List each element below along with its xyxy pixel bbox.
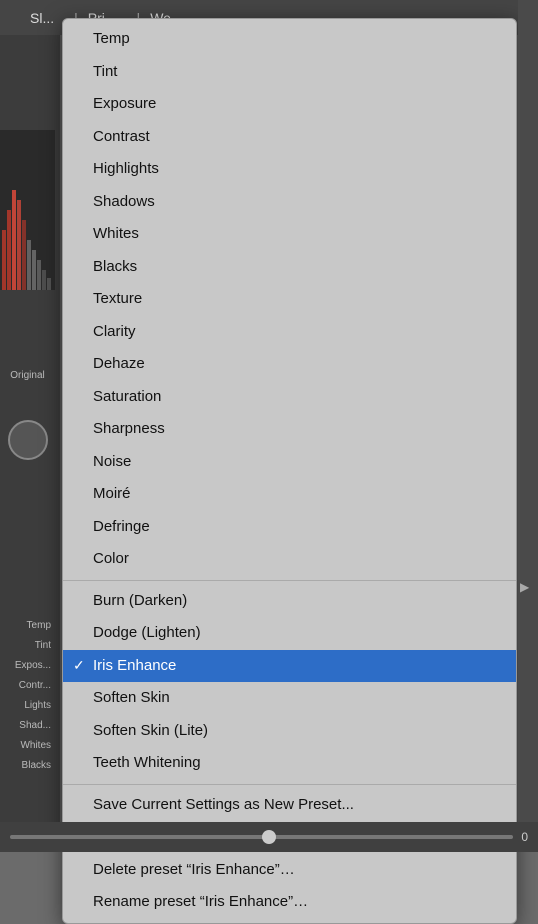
histogram xyxy=(0,130,55,290)
menu-item-dehaze[interactable]: Dehaze xyxy=(63,348,516,381)
menu-item-soften-skin[interactable]: Soften Skin xyxy=(63,682,516,715)
tab-slides[interactable]: Sl... xyxy=(30,10,54,26)
checkmark-icon: ✓ xyxy=(73,655,85,676)
slider-value: 0 xyxy=(521,830,528,844)
menu-item-exposure[interactable]: Exposure xyxy=(63,88,516,121)
left-sidebar: Temp Tint Expos... Contr... Lights Shad.… xyxy=(0,0,60,852)
menu-item-tint[interactable]: Tint xyxy=(63,56,516,89)
menu-section-adjustments: Temp Tint Exposure Contrast Highlights S… xyxy=(63,19,516,580)
label-whites: Whites xyxy=(0,740,55,751)
menu-item-iris-enhance[interactable]: ✓ Iris Enhance xyxy=(63,650,516,683)
menu-section-presets: Burn (Darken) Dodge (Lighten) ✓ Iris Enh… xyxy=(63,580,516,784)
circle-element xyxy=(8,420,48,460)
menu-item-soften-skin-lite[interactable]: Soften Skin (Lite) xyxy=(63,715,516,748)
bottom-bar: 0 xyxy=(0,822,538,852)
menu-item-highlights[interactable]: Highlights xyxy=(63,153,516,186)
menu-item-contrast[interactable]: Contrast xyxy=(63,121,516,154)
label-exposure: Expos... xyxy=(0,660,55,671)
right-edge: ▶ xyxy=(518,0,538,852)
menu-item-sharpness[interactable]: Sharpness xyxy=(63,413,516,446)
slider-track[interactable] xyxy=(10,835,513,839)
menu-item-noise[interactable]: Noise xyxy=(63,446,516,479)
menu-item-clarity[interactable]: Clarity xyxy=(63,316,516,349)
original-label: Original xyxy=(0,370,55,381)
menu-item-defringe[interactable]: Defringe xyxy=(63,511,516,544)
right-arrow-icon[interactable]: ▶ xyxy=(520,580,529,594)
menu-item-burn[interactable]: Burn (Darken) xyxy=(63,585,516,618)
menu-section-management: Save Current Settings as New Preset... R… xyxy=(63,784,516,923)
menu-item-temp[interactable]: Temp xyxy=(63,23,516,56)
menu-item-rename-preset[interactable]: Rename preset “Iris Enhance”… xyxy=(63,886,516,919)
menu-item-texture[interactable]: Texture xyxy=(63,283,516,316)
label-blacks: Blacks xyxy=(0,760,55,771)
menu-item-moire[interactable]: Moiré xyxy=(63,478,516,511)
label-tint: Tint xyxy=(0,640,55,651)
menu-item-shadows[interactable]: Shadows xyxy=(63,186,516,219)
label-contrast: Contr... xyxy=(0,680,55,691)
label-shadows: Shad... xyxy=(0,720,55,731)
menu-item-blacks[interactable]: Blacks xyxy=(63,251,516,284)
slider-thumb[interactable] xyxy=(262,830,276,844)
menu-item-dodge[interactable]: Dodge (Lighten) xyxy=(63,617,516,650)
menu-item-delete-preset[interactable]: Delete preset “Iris Enhance”… xyxy=(63,854,516,887)
menu-item-whites[interactable]: Whites xyxy=(63,218,516,251)
menu-item-teeth-whitening[interactable]: Teeth Whitening xyxy=(63,747,516,780)
label-temp: Temp xyxy=(0,620,55,631)
menu-item-saturation[interactable]: Saturation xyxy=(63,381,516,414)
dropdown-menu: Temp Tint Exposure Contrast Highlights S… xyxy=(62,18,517,924)
label-highlights: Lights xyxy=(0,700,55,711)
menu-item-save-preset[interactable]: Save Current Settings as New Preset... xyxy=(63,789,516,822)
menu-item-color[interactable]: Color xyxy=(63,543,516,576)
